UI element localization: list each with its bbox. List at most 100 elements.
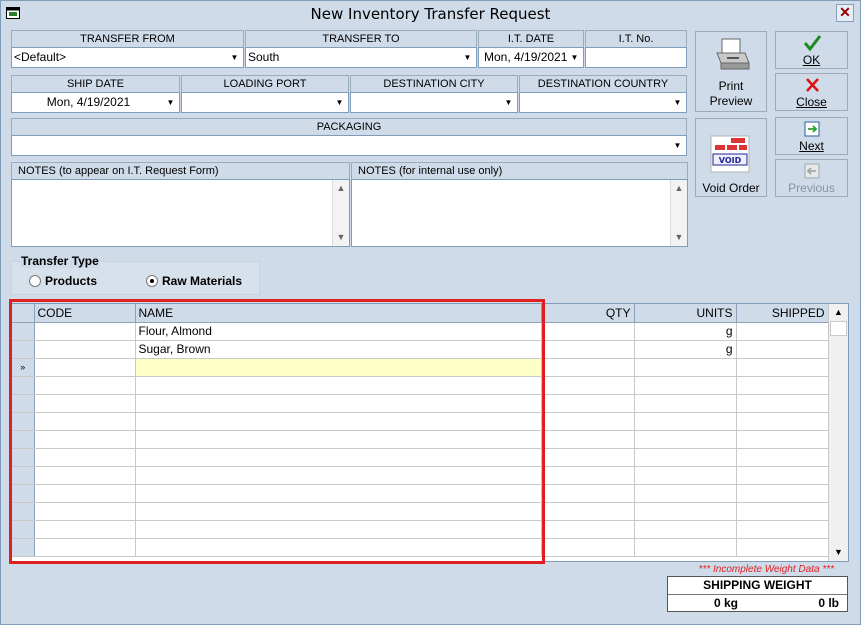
cell-code[interactable] (34, 394, 136, 413)
radio-raw-materials[interactable]: Raw Materials (146, 274, 242, 288)
cell-shipped[interactable] (736, 322, 829, 341)
cell-units[interactable] (634, 520, 737, 539)
notes-form-textarea[interactable]: ▲ ▼ (11, 179, 350, 247)
transfer-from-select[interactable]: <Default> ▼ (11, 47, 244, 68)
table-row[interactable]: Flour, Almond g (12, 322, 829, 341)
cell-code[interactable] (34, 466, 136, 485)
column-header-code[interactable]: CODE (34, 304, 136, 323)
it-no-field[interactable] (585, 47, 687, 68)
cell-qty[interactable] (541, 502, 635, 521)
cell-code[interactable] (34, 484, 136, 503)
cell-code[interactable] (34, 448, 136, 467)
cell-shipped[interactable] (736, 484, 829, 503)
row-selector[interactable] (12, 376, 35, 395)
destination-city-select[interactable]: ▼ (350, 92, 518, 113)
chevron-down-icon[interactable]: ▼ (501, 94, 516, 111)
row-selector[interactable] (12, 502, 35, 521)
row-selector[interactable] (12, 412, 35, 431)
cell-units[interactable] (634, 358, 737, 377)
cell-qty[interactable] (541, 520, 635, 539)
notes-internal-scrollbar[interactable]: ▲ ▼ (670, 180, 687, 246)
cell-qty[interactable] (541, 484, 635, 503)
cell-qty[interactable] (541, 394, 635, 413)
scroll-up-icon[interactable]: ▲ (829, 304, 848, 321)
table-row-empty[interactable] (12, 448, 829, 467)
notes-internal-textarea[interactable]: ▲ ▼ (351, 179, 688, 247)
ok-button[interactable]: OK (775, 31, 848, 69)
table-row-empty[interactable] (12, 466, 829, 485)
cell-units[interactable]: g (634, 340, 737, 359)
cell-shipped[interactable] (736, 430, 829, 449)
row-selector[interactable] (12, 430, 35, 449)
cell-code[interactable] (34, 358, 136, 377)
row-selector[interactable] (12, 322, 35, 341)
cell-code[interactable] (34, 502, 136, 521)
radio-products[interactable]: Products (29, 274, 97, 288)
previous-button[interactable]: Previous (775, 159, 848, 197)
cell-code[interactable] (34, 412, 136, 431)
cell-shipped[interactable] (736, 448, 829, 467)
chevron-down-icon[interactable]: ▼ (670, 137, 685, 154)
cell-shipped[interactable] (736, 412, 829, 431)
cell-code[interactable] (34, 340, 136, 359)
chevron-down-icon[interactable]: ▼ (163, 94, 178, 111)
table-row-empty[interactable] (12, 430, 829, 449)
chevron-down-icon[interactable]: ▼ (332, 94, 347, 111)
loading-port-select[interactable]: ▼ (181, 92, 349, 113)
scroll-up-icon[interactable]: ▲ (333, 180, 349, 197)
row-selector[interactable] (12, 394, 35, 413)
cell-qty[interactable] (541, 538, 635, 557)
table-row-empty[interactable] (12, 394, 829, 413)
cell-units[interactable]: g (634, 322, 737, 341)
transfer-to-select[interactable]: South ▼ (245, 47, 477, 68)
cell-qty[interactable] (541, 466, 635, 485)
window-close-button[interactable]: ✕ (836, 4, 854, 22)
table-row-empty[interactable] (12, 484, 829, 503)
cell-units[interactable] (634, 466, 737, 485)
chevron-down-icon[interactable]: ▼ (227, 49, 242, 66)
cell-units[interactable] (634, 538, 737, 557)
chevron-down-icon[interactable]: ▼ (460, 49, 475, 66)
cell-name[interactable]: Flour, Almond (135, 322, 542, 341)
void-order-button[interactable]: VOID Void Order (695, 118, 767, 197)
packaging-select[interactable]: ▼ (11, 135, 687, 156)
column-header-units[interactable]: UNITS (634, 304, 737, 323)
cell-shipped[interactable] (736, 358, 829, 377)
it-date-picker[interactable]: Mon, 4/19/2021 ▼ (478, 47, 584, 68)
row-selector[interactable] (12, 340, 35, 359)
scroll-up-icon[interactable]: ▲ (671, 180, 687, 197)
cell-units[interactable] (634, 502, 737, 521)
scroll-down-icon[interactable]: ▼ (671, 229, 687, 246)
cell-shipped[interactable] (736, 466, 829, 485)
column-header-qty[interactable]: QTY (541, 304, 635, 323)
row-selector[interactable] (12, 520, 35, 539)
cell-shipped[interactable] (736, 502, 829, 521)
column-header-name[interactable]: NAME (135, 304, 542, 323)
next-button[interactable]: Next (775, 117, 848, 155)
cell-name[interactable]: Sugar, Brown (135, 340, 542, 359)
cell-shipped[interactable] (736, 340, 829, 359)
table-row-new[interactable]: » (12, 358, 829, 377)
cell-name-editing[interactable] (135, 358, 542, 377)
chevron-down-icon[interactable]: ▼ (670, 94, 685, 111)
cell-name[interactable] (135, 412, 542, 431)
grid-scrollbar[interactable]: ▲ ▼ (828, 304, 848, 561)
cell-qty[interactable] (541, 358, 635, 377)
cell-code[interactable] (34, 322, 136, 341)
cell-units[interactable] (634, 484, 737, 503)
notes-form-scrollbar[interactable]: ▲ ▼ (332, 180, 349, 246)
cell-qty[interactable] (541, 376, 635, 395)
cell-qty[interactable] (541, 448, 635, 467)
table-row-empty[interactable] (12, 502, 829, 521)
cell-name[interactable] (135, 502, 542, 521)
cell-units[interactable] (634, 412, 737, 431)
cell-qty[interactable] (541, 340, 635, 359)
table-row-empty[interactable] (12, 538, 829, 557)
cell-code[interactable] (34, 520, 136, 539)
cell-shipped[interactable] (736, 394, 829, 413)
cell-code[interactable] (34, 430, 136, 449)
cell-name[interactable] (135, 376, 542, 395)
cell-name[interactable] (135, 520, 542, 539)
cell-qty[interactable] (541, 322, 635, 341)
cell-code[interactable] (34, 376, 136, 395)
